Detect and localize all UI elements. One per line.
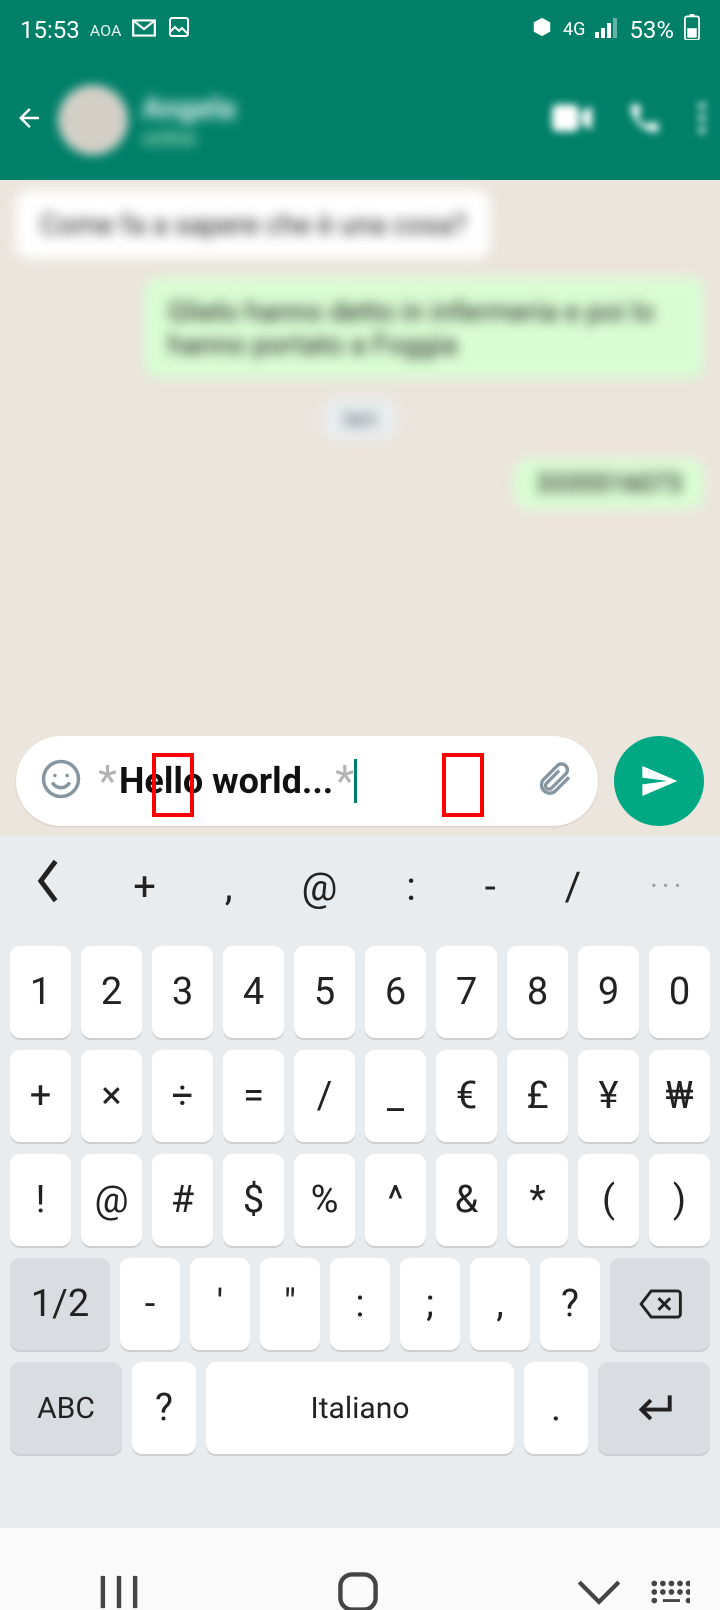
suggestion-back-icon[interactable] bbox=[34, 858, 64, 914]
signal-icon bbox=[595, 16, 619, 44]
key-times[interactable]: × bbox=[81, 1050, 142, 1142]
message-outgoing[interactable]: Glielo hanno detto in infermeria e poi l… bbox=[144, 277, 704, 379]
message-outgoing[interactable]: 3335516073 bbox=[514, 459, 704, 509]
contact-block[interactable]: Angela online bbox=[142, 91, 236, 150]
battery-icon bbox=[684, 14, 700, 46]
key-under[interactable]: _ bbox=[365, 1050, 426, 1142]
key-abc[interactable]: ABC bbox=[10, 1362, 122, 1454]
key-quote[interactable]: " bbox=[260, 1258, 320, 1350]
key-7[interactable]: 7 bbox=[436, 946, 497, 1038]
key-space[interactable]: Italiano bbox=[206, 1362, 514, 1454]
message-input[interactable]: * Hello world... * bbox=[96, 759, 520, 803]
key-3[interactable]: 3 bbox=[152, 946, 213, 1038]
message-text: Hello world... bbox=[119, 760, 333, 802]
message-input-container: * Hello world... * bbox=[16, 736, 598, 826]
key-comma[interactable]: , bbox=[470, 1258, 530, 1350]
battery-text: 53% bbox=[629, 16, 674, 44]
status-bar: 15:53 AOA 4G 53% bbox=[0, 0, 720, 60]
nav-back-icon[interactable] bbox=[575, 1577, 623, 1610]
video-call-icon[interactable] bbox=[552, 104, 592, 136]
key-colon[interactable]: : bbox=[330, 1258, 390, 1350]
key-hash[interactable]: # bbox=[152, 1154, 213, 1246]
key-0[interactable]: 0 bbox=[649, 946, 710, 1038]
message-incoming[interactable]: Come fa a sapere che è una cosa? bbox=[16, 190, 490, 259]
key-period[interactable]: . bbox=[524, 1362, 588, 1454]
suggestion-key[interactable]: @ bbox=[301, 863, 337, 910]
key-eq[interactable]: = bbox=[223, 1050, 284, 1142]
gmail-icon bbox=[131, 16, 157, 44]
key-apos[interactable]: ' bbox=[190, 1258, 250, 1350]
annotation-box-right bbox=[442, 753, 484, 817]
key-slash[interactable]: / bbox=[294, 1050, 355, 1142]
key-star[interactable]: * bbox=[507, 1154, 568, 1246]
text-cursor bbox=[354, 759, 357, 803]
back-icon[interactable] bbox=[14, 103, 44, 137]
key-dash[interactable]: - bbox=[120, 1258, 180, 1350]
key-dollar[interactable]: $ bbox=[223, 1154, 284, 1246]
keyboard: 1 2 3 4 5 6 7 8 9 0 + × ÷ = / _ € £ ¥ ₩ … bbox=[0, 936, 720, 1528]
key-1[interactable]: 1 bbox=[10, 946, 71, 1038]
input-row: * Hello world... * bbox=[0, 726, 720, 836]
date-pill: Ieri bbox=[323, 397, 396, 441]
suggestion-more[interactable]: ··· bbox=[650, 869, 686, 904]
key-backspace[interactable] bbox=[610, 1258, 710, 1350]
key-2[interactable]: 2 bbox=[81, 946, 142, 1038]
status-time: 15:53 bbox=[20, 16, 80, 44]
contact-name: Angela bbox=[142, 91, 236, 126]
key-caret[interactable]: ^ bbox=[365, 1154, 426, 1246]
network-4g: 4G bbox=[563, 21, 585, 39]
nav-home-icon[interactable] bbox=[336, 1570, 380, 1610]
suggestion-key[interactable]: , bbox=[225, 863, 233, 910]
key-5[interactable]: 5 bbox=[294, 946, 355, 1038]
key-yen[interactable]: ¥ bbox=[578, 1050, 639, 1142]
key-enter[interactable] bbox=[598, 1362, 710, 1454]
suggestion-key[interactable]: - bbox=[485, 863, 496, 910]
key-semi[interactable]: ; bbox=[400, 1258, 460, 1350]
image-icon bbox=[167, 15, 191, 45]
chat-body[interactable]: Come fa a sapere che è una cosa? Glielo … bbox=[0, 180, 720, 726]
key-8[interactable]: 8 bbox=[507, 946, 568, 1038]
bold-marker-open: * bbox=[96, 759, 119, 803]
menu-icon[interactable] bbox=[698, 102, 706, 138]
key-plus[interactable]: + bbox=[10, 1050, 71, 1142]
suggestion-key[interactable]: + bbox=[133, 863, 156, 910]
key-page[interactable]: 1/2 bbox=[10, 1258, 110, 1350]
key-div[interactable]: ÷ bbox=[152, 1050, 213, 1142]
emoji-icon[interactable] bbox=[40, 758, 82, 804]
nav-keyboard-icon[interactable] bbox=[650, 1578, 690, 1610]
android-nav-bar bbox=[0, 1528, 720, 1610]
bold-marker-close: * bbox=[333, 759, 356, 803]
key-amp[interactable]: & bbox=[436, 1154, 497, 1246]
key-excl[interactable]: ! bbox=[10, 1154, 71, 1246]
key-at[interactable]: @ bbox=[81, 1154, 142, 1246]
status-aoa: AOA bbox=[90, 21, 122, 40]
voice-call-icon[interactable] bbox=[628, 101, 662, 139]
attach-icon[interactable] bbox=[534, 759, 574, 803]
chat-header: Angela online bbox=[0, 60, 720, 180]
key-9[interactable]: 9 bbox=[578, 946, 639, 1038]
send-button[interactable] bbox=[614, 736, 704, 826]
avatar[interactable] bbox=[58, 85, 128, 155]
contact-status: online bbox=[142, 126, 236, 150]
suggestion-key[interactable]: : bbox=[406, 863, 416, 910]
key-lpar[interactable]: ( bbox=[578, 1154, 639, 1246]
key-question[interactable]: ? bbox=[132, 1362, 196, 1454]
nav-recents-icon[interactable] bbox=[97, 1572, 141, 1610]
key-4[interactable]: 4 bbox=[223, 946, 284, 1038]
key-pound[interactable]: £ bbox=[507, 1050, 568, 1142]
key-euro[interactable]: € bbox=[436, 1050, 497, 1142]
key-pct[interactable]: % bbox=[294, 1154, 355, 1246]
suggestion-key[interactable]: / bbox=[565, 863, 582, 910]
key-qmark[interactable]: ? bbox=[540, 1258, 600, 1350]
key-rpar[interactable]: ) bbox=[649, 1154, 710, 1246]
key-6[interactable]: 6 bbox=[365, 946, 426, 1038]
keyboard-suggestion-row: + , @ : - / ··· bbox=[0, 836, 720, 936]
key-won[interactable]: ₩ bbox=[649, 1050, 710, 1142]
saver-icon bbox=[531, 16, 553, 44]
